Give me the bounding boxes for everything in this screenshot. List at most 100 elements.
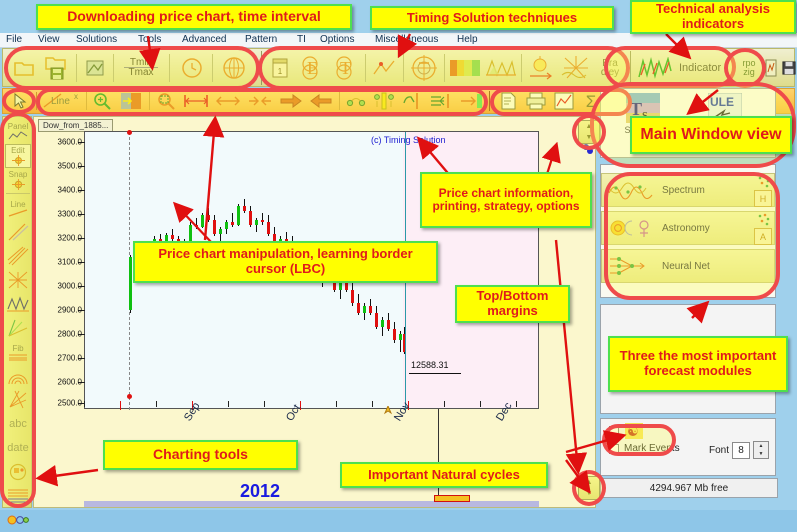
scatter-button[interactable] — [369, 52, 399, 83]
neural-net-module[interactable]: Neural Net — [601, 249, 775, 283]
callout-timing-solution-text: Timing Solution techniques — [406, 9, 578, 25]
toolbar-separator — [365, 54, 366, 82]
font-size-control[interactable]: Font 8 ▲ ▼ — [709, 441, 769, 459]
fan-tool-button[interactable] — [5, 316, 31, 340]
shrink-x-button[interactable] — [245, 90, 275, 112]
horizontal-scrollbar[interactable] — [84, 501, 539, 507]
indicator-button[interactable]: Indicator — [634, 52, 734, 83]
fib-tool-button[interactable]: Fib — [5, 340, 31, 364]
menu-item-miscellaneous[interactable]: Miscellaneous — [375, 33, 438, 47]
drag-edge-button[interactable] — [399, 90, 425, 112]
forecast-modules-box: Spectrum H Astronomy A Neural Net — [600, 164, 776, 298]
scroll-left-button[interactable] — [307, 90, 335, 112]
sun-arrow-button[interactable] — [525, 52, 557, 83]
ellipse-e-button[interactable]: E — [296, 52, 328, 83]
snap-tool-button[interactable]: Snap — [5, 168, 31, 192]
star-burst-icon — [561, 55, 588, 78]
line-tool-button[interactable]: Line x — [39, 90, 83, 112]
top-margin-spinner[interactable]: ▲ ▼ — [578, 120, 600, 144]
callout-main-window: Main Window view — [630, 116, 792, 154]
astronomy-module[interactable]: Astronomy A — [601, 211, 775, 245]
font-value[interactable]: 8 — [732, 441, 750, 459]
menu-item-view[interactable]: View — [38, 33, 60, 47]
expand-x-button[interactable] — [213, 90, 243, 112]
clock-button[interactable] — [175, 52, 209, 83]
astronomy-dots-icon[interactable] — [757, 213, 771, 226]
menu-item-help[interactable]: Help — [457, 33, 478, 47]
snap-left-button[interactable] — [427, 90, 455, 112]
globe-button[interactable] — [217, 52, 251, 83]
chevron-down-icon: ▼ — [585, 490, 593, 497]
toolbar-group-separator — [489, 91, 490, 111]
mark-events-row[interactable]: Mark Events — [609, 443, 680, 454]
menu-item-ti[interactable]: TI — [297, 33, 306, 47]
date-tool-label: date — [7, 442, 29, 454]
star-burst-button[interactable] — [559, 52, 593, 83]
scroll-thumb[interactable] — [434, 495, 470, 502]
font-size-stepper[interactable]: ▲ ▼ — [753, 441, 769, 459]
astro-tool-button[interactable] — [5, 460, 31, 484]
print-chart-button[interactable] — [523, 90, 549, 112]
astronomy-badge[interactable]: A — [754, 228, 772, 245]
grid-tool-button[interactable] — [5, 268, 31, 292]
menu-item-file[interactable]: File — [6, 33, 22, 47]
menu-item-pattern[interactable]: Pattern — [245, 33, 277, 47]
menu-item-solutions[interactable]: Solutions — [76, 33, 117, 47]
fib-arc-tool-button[interactable] — [5, 364, 31, 388]
strategy-button[interactable] — [551, 90, 577, 112]
channel-tool-button[interactable] — [5, 244, 31, 268]
two-dots-button[interactable] — [343, 90, 369, 112]
color-bars-button[interactable] — [448, 52, 482, 83]
stepper-down-icon[interactable]: ▼ — [759, 451, 764, 457]
bradley-button[interactable]: Bra dley — [593, 52, 627, 83]
triangle-wave-button[interactable] — [484, 52, 518, 83]
save-disk-button[interactable] — [781, 52, 797, 83]
ellipse-t-button[interactable]: T — [330, 52, 362, 83]
cursor-tool-button[interactable] — [7, 90, 33, 112]
scroll-right-button[interactable] — [277, 90, 305, 112]
parallel-lines-tool-button[interactable] — [5, 220, 31, 244]
horizontal-lines-tool-button[interactable] — [5, 484, 31, 508]
menu-item-tools[interactable]: Tools — [138, 33, 161, 47]
stepper-up-icon[interactable]: ▲ — [759, 443, 764, 449]
menu-item-options[interactable]: Options — [320, 33, 354, 47]
fit-width-button[interactable] — [181, 90, 211, 112]
planet-tool-button[interactable] — [5, 508, 31, 532]
spectrum-badge[interactable]: H — [754, 190, 772, 207]
folder-open-icon — [14, 61, 34, 76]
astro-wheel-button[interactable] — [407, 52, 441, 83]
globe-icon — [223, 56, 245, 79]
bottom-margin-spinner[interactable]: ▲ ▼ — [578, 476, 600, 500]
menu-item-advanced[interactable]: Advanced — [182, 33, 226, 47]
event-toggle-checkbox[interactable] — [609, 426, 619, 436]
save-chart-button[interactable] — [41, 52, 73, 83]
panel-tool-button[interactable]: Panel — [5, 119, 31, 143]
zoom-region-button[interactable] — [153, 90, 179, 112]
zoom-in-button[interactable] — [89, 90, 115, 112]
toolbar-separator — [444, 54, 445, 82]
export-button[interactable] — [80, 52, 110, 83]
date-tool-button[interactable]: date — [5, 436, 31, 460]
text-tool-button[interactable]: abc — [5, 412, 31, 436]
fib-fan-tool-button[interactable] — [5, 388, 31, 412]
zigzag-tool-button[interactable] — [5, 292, 31, 316]
open-chart-button[interactable] — [9, 52, 39, 83]
year-label: 2012 — [240, 481, 281, 501]
border-cursor-button[interactable] — [117, 90, 145, 112]
split-view-button[interactable] — [371, 90, 397, 112]
line-tool-button[interactable]: Line — [5, 196, 31, 220]
spectrum-module[interactable]: Spectrum H — [601, 173, 775, 207]
rpo-zig-button[interactable]: rpo zig — [736, 52, 762, 83]
mark-events-checkbox[interactable] — [609, 443, 619, 454]
snap-right-button[interactable] — [457, 90, 485, 112]
calendar-button[interactable]: 1 — [266, 52, 294, 83]
chart-info-button[interactable] — [495, 90, 521, 112]
spectrum-dots-icon[interactable] — [757, 175, 771, 188]
composite-button[interactable] — [763, 52, 779, 83]
event-toggle-row[interactable]: ☯ — [609, 423, 643, 439]
chevron-down-icon: ▼ — [585, 134, 593, 141]
edit-tool-button[interactable]: Edit — [5, 144, 31, 168]
time-interval-button[interactable]: Tmin Tmax — [117, 52, 165, 83]
ellipse-e-icon: E — [302, 55, 318, 80]
y-tick-label: 2500.0 — [57, 398, 82, 408]
